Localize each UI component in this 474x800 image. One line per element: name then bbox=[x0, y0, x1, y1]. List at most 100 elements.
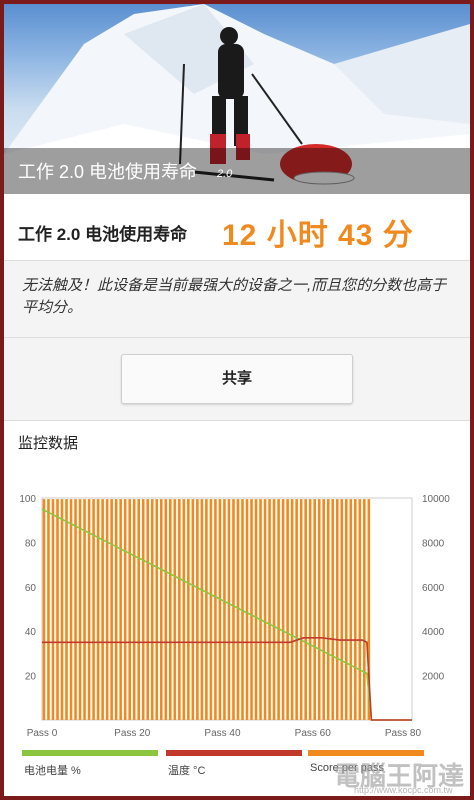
score-bar bbox=[123, 499, 127, 720]
score-bar bbox=[96, 499, 100, 720]
score-bar bbox=[259, 499, 262, 720]
score-bar bbox=[254, 499, 258, 720]
score-bar bbox=[322, 499, 326, 720]
legend-temperature-swatch bbox=[166, 750, 302, 756]
score-bar bbox=[245, 499, 249, 720]
score-bar bbox=[214, 499, 217, 720]
score-bar bbox=[349, 499, 353, 720]
y-right-tick-label: 2000 bbox=[422, 672, 445, 683]
legend-temperature-label: 温度 °C bbox=[168, 765, 206, 777]
score-bar bbox=[344, 499, 348, 720]
score-bar bbox=[114, 499, 118, 720]
score-bar bbox=[218, 499, 222, 720]
score-bar bbox=[232, 499, 235, 720]
score-bar bbox=[69, 499, 73, 720]
score-bar bbox=[335, 499, 339, 720]
monitor-title: 监控数据 bbox=[18, 435, 79, 452]
x-tick-label: Pass 0 bbox=[27, 728, 58, 739]
score-bar bbox=[281, 499, 285, 720]
y-left-tick-label: 80 bbox=[25, 538, 37, 549]
score-bar bbox=[272, 499, 276, 720]
y-left-tick-label: 40 bbox=[25, 627, 37, 638]
message-text: 无法触及！此设备是当前最强大的设备之一,而且您的分数也高于平均分。 bbox=[22, 277, 447, 316]
score-bar bbox=[340, 499, 344, 720]
score-bar bbox=[196, 499, 199, 720]
score-bar bbox=[60, 499, 64, 720]
score-bar bbox=[363, 499, 366, 720]
score-bar bbox=[146, 499, 150, 720]
score-bar bbox=[141, 499, 145, 720]
x-tick-label: Pass 20 bbox=[114, 728, 151, 739]
score-bar bbox=[268, 499, 271, 720]
y-left-tick-label: 20 bbox=[25, 672, 37, 683]
score-bar bbox=[101, 499, 104, 720]
y-right-tick-label: 10000 bbox=[422, 494, 450, 505]
score-bar bbox=[286, 499, 289, 720]
score-bar bbox=[209, 499, 213, 720]
score-bar bbox=[83, 499, 86, 720]
score-bar bbox=[119, 499, 122, 720]
watermark-url: http://www.kocpc.com.tw bbox=[354, 785, 453, 795]
score-bar bbox=[150, 499, 154, 720]
score-bar bbox=[353, 499, 357, 720]
legend-battery-label: 电池电量 % bbox=[24, 765, 81, 777]
score-bar bbox=[331, 499, 335, 720]
x-tick-label: Pass 40 bbox=[204, 728, 241, 739]
score-bar bbox=[200, 499, 204, 720]
score-bar bbox=[304, 499, 307, 720]
y-right-tick-label: 6000 bbox=[422, 583, 445, 594]
score-bar bbox=[65, 499, 68, 720]
hero-version: 2.0 bbox=[217, 168, 233, 180]
score-bar bbox=[358, 499, 362, 720]
score-bar bbox=[250, 499, 253, 720]
y-left-tick-label: 60 bbox=[25, 583, 37, 594]
legend-temperature: 温度 °C bbox=[166, 750, 302, 790]
monitoring-chart: 100 80 60 40 20 10000 8000 6000 4000 2000 Pass 0 Pa… bbox=[19, 494, 450, 739]
score-bar bbox=[173, 499, 177, 720]
score-bar bbox=[164, 499, 168, 720]
score-bar bbox=[178, 499, 181, 720]
score-bar bbox=[277, 499, 280, 720]
hero-title: 工作 2.0 电池使用寿命 bbox=[18, 162, 198, 182]
legend-battery-swatch bbox=[22, 750, 158, 756]
score-bar bbox=[326, 499, 330, 720]
result-value: 12 小时 43 分 bbox=[222, 219, 414, 252]
score-bar bbox=[313, 499, 316, 720]
score-bar bbox=[42, 499, 46, 720]
app-screen: 工作 2.0 电池使用寿命 2.0 工作 2.0 电池使用寿命 12 小时 43… bbox=[4, 4, 470, 796]
score-bar bbox=[56, 499, 59, 720]
x-tick-label: Pass 60 bbox=[295, 728, 332, 739]
score-bar bbox=[168, 499, 172, 720]
share-area: 共享 bbox=[4, 338, 470, 421]
score-bar bbox=[74, 499, 77, 720]
share-button[interactable]: 共享 bbox=[121, 354, 353, 404]
score-bar bbox=[47, 499, 50, 720]
score-bar bbox=[110, 499, 113, 720]
score-bar bbox=[155, 499, 159, 720]
score-bar bbox=[317, 499, 321, 720]
score-bar bbox=[205, 499, 208, 720]
score-bar bbox=[295, 499, 298, 720]
score-bar bbox=[105, 499, 109, 720]
hero-banner: 工作 2.0 电池使用寿命 2.0 bbox=[4, 4, 470, 194]
score-bar bbox=[132, 499, 136, 720]
score-bar bbox=[182, 499, 186, 720]
score-bar bbox=[191, 499, 195, 720]
x-tick-label: Pass 80 bbox=[385, 728, 422, 739]
legend-battery: 电池电量 % bbox=[22, 750, 158, 790]
score-bar bbox=[51, 499, 55, 720]
score-bar bbox=[187, 499, 190, 720]
y-right-tick-label: 8000 bbox=[422, 538, 445, 549]
message-panel: 无法触及！此设备是当前最强大的设备之一,而且您的分数也高于平均分。 bbox=[4, 261, 470, 338]
hero-caption: 工作 2.0 电池使用寿命 2.0 bbox=[4, 148, 470, 194]
score-bar bbox=[308, 499, 312, 720]
score-bar bbox=[159, 499, 163, 720]
score-bar bbox=[78, 499, 82, 720]
score-bar bbox=[137, 499, 141, 720]
score-bar bbox=[263, 499, 267, 720]
score-bar bbox=[223, 499, 226, 720]
score-bar bbox=[299, 499, 303, 720]
score-bar bbox=[227, 499, 231, 720]
y-left-tick-label: 100 bbox=[19, 494, 36, 505]
result-label: 工作 2.0 电池使用寿命 bbox=[18, 225, 188, 244]
